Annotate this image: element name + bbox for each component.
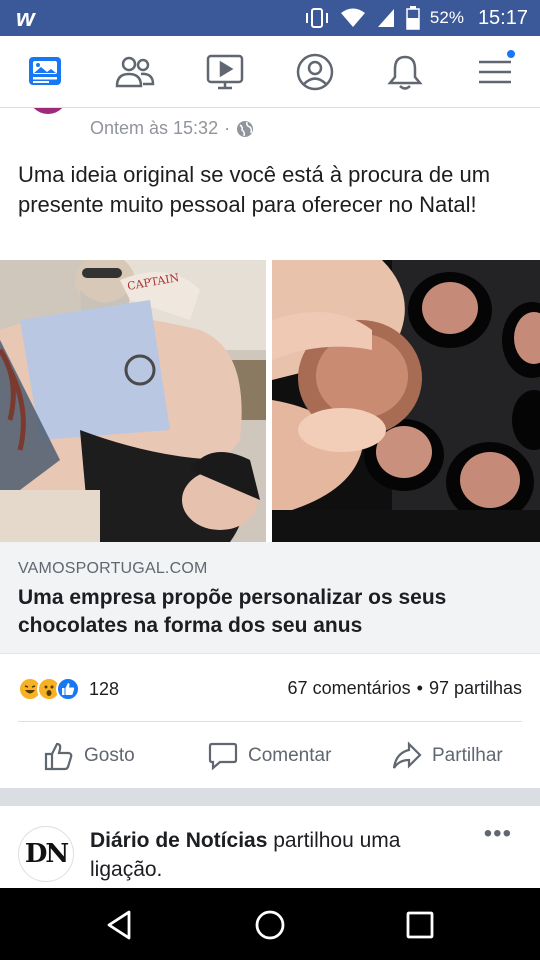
- notifications-icon[interactable]: [383, 50, 427, 94]
- friends-icon[interactable]: [113, 50, 157, 94]
- engagement-separator: •: [416, 678, 423, 698]
- comment-icon: [208, 742, 238, 771]
- system-indicators: 52% 15:17: [304, 0, 528, 36]
- more-options-icon[interactable]: •••: [484, 820, 512, 848]
- clock: 15:17: [477, 6, 528, 29]
- status-bar: w 52% 15:17: [0, 0, 540, 36]
- link-title: Uma empresa propõe personalizar os seus …: [18, 586, 447, 637]
- recents-icon[interactable]: [403, 908, 437, 942]
- reaction-count: 128: [89, 678, 120, 699]
- battery-percent: 52%: [429, 8, 464, 27]
- engagement-counts[interactable]: 67 comentários • 97 partilhas: [288, 678, 522, 699]
- comment-label: Comentar: [248, 745, 332, 766]
- news-feed-icon[interactable]: [23, 50, 67, 94]
- signal-icon: [377, 9, 394, 27]
- post-text: Uma ideia original se você está à procur…: [18, 162, 491, 217]
- battery-icon: [406, 6, 420, 30]
- vibrate-icon: [305, 8, 328, 28]
- feed-separator: [0, 788, 540, 806]
- share-label: Partilhar: [432, 745, 503, 766]
- menu-badge: [505, 48, 517, 60]
- post-timestamp[interactable]: Ontem às 15:32 ·: [90, 118, 254, 139]
- reactions-summary[interactable]: 128 67 comentários • 97 partilhas: [18, 674, 522, 704]
- wifi-icon: [340, 8, 365, 27]
- page-avatar-logo: DN: [24, 839, 69, 869]
- page-name[interactable]: Diário de Notícias: [90, 829, 267, 852]
- watch-icon[interactable]: [203, 50, 247, 94]
- next-post-header: Diário de Notícias partilhou uma ligação…: [90, 826, 450, 884]
- author-avatar[interactable]: [28, 108, 68, 114]
- next-post: DN Diário de Notícias partilhou uma liga…: [0, 806, 540, 888]
- home-icon[interactable]: [253, 908, 287, 942]
- like-button[interactable]: Gosto: [44, 736, 135, 776]
- share-arrow-icon: [392, 741, 422, 769]
- system-navigation-bar: [0, 888, 540, 960]
- menu-icon[interactable]: [473, 48, 517, 94]
- comments-count[interactable]: 67 comentários: [288, 678, 411, 698]
- thumbs-up-icon: [44, 742, 73, 771]
- post-photo-right[interactable]: [272, 260, 540, 542]
- post-actions: Gosto Comentar Partilhar: [0, 736, 540, 776]
- timestamp-separator: ·: [224, 118, 231, 138]
- reaction-icons: [18, 677, 80, 701]
- share-button[interactable]: Partilhar: [392, 736, 503, 776]
- back-icon[interactable]: [102, 908, 136, 942]
- link-domain: VAMOSPORTUGAL.COM: [18, 560, 208, 577]
- like-reaction-icon: [56, 677, 80, 701]
- timestamp-text: Ontem às 15:32: [90, 118, 219, 138]
- globe-icon: [237, 120, 254, 137]
- like-label: Gosto: [84, 745, 135, 766]
- comment-button[interactable]: Comentar: [208, 736, 331, 776]
- shares-count[interactable]: 97 partilhas: [429, 678, 522, 698]
- post-photo-left[interactable]: CAPTAIN: [0, 260, 266, 542]
- app-notification-icon: w: [16, 5, 35, 32]
- top-navigation: [0, 36, 540, 108]
- news-feed: Ontem às 15:32 · Uma ideia original se v…: [0, 108, 540, 888]
- link-preview[interactable]: VAMOSPORTUGAL.COM Uma empresa propõe per…: [0, 542, 540, 654]
- profile-icon[interactable]: [293, 50, 337, 94]
- page-avatar[interactable]: DN: [18, 826, 74, 882]
- actions-divider: [18, 721, 522, 722]
